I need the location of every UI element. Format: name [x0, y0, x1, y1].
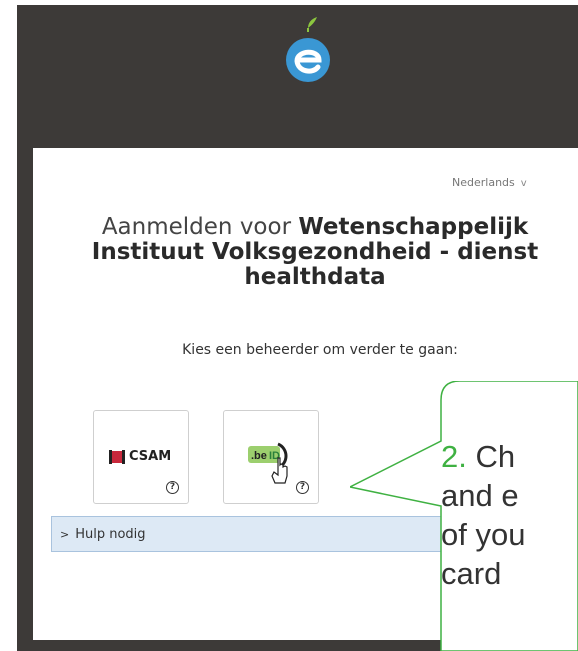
csam-provider-button[interactable]: CSAM ?	[93, 410, 189, 504]
help-needed-label: Hulp nodig	[75, 526, 146, 542]
help-icon[interactable]: ?	[166, 481, 179, 494]
callout-step-number: 2.	[441, 439, 467, 474]
callout-line2: and e	[441, 478, 519, 513]
callout-line1: Ch	[475, 439, 516, 474]
csam-label: CSAM	[129, 449, 172, 464]
csam-logo: CSAM	[109, 449, 171, 464]
beid-card-icon: .be ID	[248, 442, 288, 484]
callout-line4: card	[441, 556, 502, 591]
title-prefix: Aanmelden voor	[101, 214, 299, 240]
language-label: Nederlands	[452, 176, 515, 189]
help-icon[interactable]: ?	[296, 481, 309, 494]
page-title: Aanmelden voor Wetenschappelijk Instituu…	[60, 215, 570, 290]
e-leaf-logo-icon	[286, 17, 330, 82]
title-line1: Wetenschappelijk	[298, 214, 529, 240]
chevron-down-icon: v	[520, 178, 527, 189]
chevron-right-icon: >	[60, 527, 70, 541]
title-line3: healthdata	[244, 264, 386, 290]
callout-text: 2. Ch and e of you card	[441, 437, 578, 637]
svg-text:.be: .be	[251, 450, 267, 462]
callout-line3: of you	[441, 517, 526, 552]
csam-flag-icon	[109, 449, 125, 464]
language-selector[interactable]: Nederlands v	[452, 176, 527, 189]
choose-provider-text: Kies een beheerder om verder te gaan:	[182, 342, 458, 358]
beid-provider-button[interactable]: .be ID ?	[223, 410, 319, 504]
title-line2: Instituut Volksgezondheid - dienst	[91, 239, 539, 265]
